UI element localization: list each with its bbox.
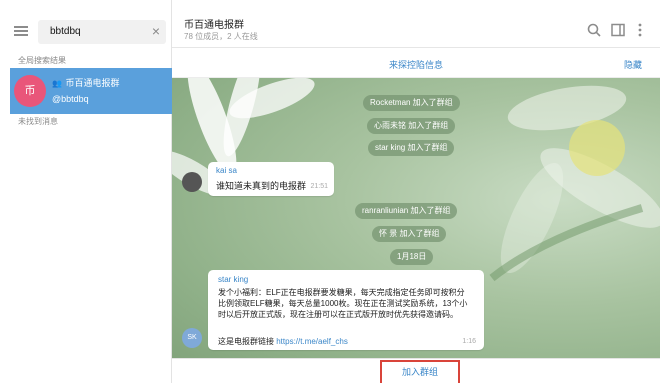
message-bubble[interactable]: star king 发个小福利：ELF正在电报群要发糖果，每天完成指定任务即可按… — [208, 270, 484, 350]
chat-area: Rocketman 加入了群组 心雨未铭 加入了群组 star king 加入了… — [172, 78, 660, 383]
more-options-icon[interactable] — [632, 22, 648, 38]
sidebar-panel-icon[interactable] — [610, 22, 626, 38]
message-time: 1:16 — [462, 338, 476, 345]
hide-pinned-button[interactable]: 隐藏 — [624, 58, 642, 71]
avatar: 币 — [14, 75, 46, 107]
search-icon[interactable] — [586, 22, 602, 38]
search-row: bbtdbq × — [0, 0, 172, 48]
sidebar: bbtdbq × 全局搜索结果 币 👥 币百通电报群 @bbtdbq 未找到消息 — [0, 0, 172, 383]
search-result-item[interactable]: 币 👥 币百通电报群 @bbtdbq — [10, 68, 172, 114]
message-text: 谁知道未真到的电报群 — [216, 181, 307, 191]
message-link-row: 这是电报群链接 https://t.me/aelf_chs — [218, 336, 348, 347]
message-sender[interactable]: star king — [218, 275, 248, 284]
join-group-button[interactable]: 加入群组 — [380, 360, 460, 383]
search-input-value[interactable]: bbtdbq — [50, 26, 81, 37]
hamburger-menu-icon[interactable] — [14, 26, 28, 36]
message-bubble[interactable]: kai sa 谁知道未真到的电报群 21:51 — [208, 162, 334, 196]
result-username: @bbtdbq — [52, 94, 89, 104]
message-text-line: 比例领取ELF糖果，每天总量1000枚。现在正在测试奖励系统，13个小 — [218, 299, 468, 308]
service-message: ranranliunian 加入了群组 — [355, 203, 458, 219]
service-message: 心雨未铭 加入了群组 — [367, 118, 456, 134]
chat-title[interactable]: 币百通电报群 — [184, 16, 244, 31]
service-message: Rocketman 加入了群组 — [363, 95, 460, 111]
join-bar: 加入群组 — [172, 358, 660, 383]
avatar[interactable] — [182, 172, 202, 192]
no-messages-label: 未找到消息 — [18, 117, 58, 126]
link-prefix: 这是电报群链接 — [218, 337, 277, 346]
chat-subtitle: 78 位成员，2 人在线 — [184, 32, 258, 41]
message-time: 21:51 — [310, 183, 328, 190]
pinned-message-bar[interactable]: 来探控陷信息 隐藏 — [172, 48, 660, 78]
result-title-row: 👥 币百通电报群 — [52, 76, 120, 89]
chat-header: 币百通电报群 78 位成员，2 人在线 — [172, 0, 660, 48]
global-results-label: 全局搜索结果 — [18, 56, 66, 65]
search-input[interactable]: bbtdbq × — [38, 20, 166, 44]
group-link[interactable]: https://t.me/aelf_chs — [276, 337, 348, 346]
close-icon[interactable]: × — [152, 23, 160, 39]
result-title: 币百通电报群 — [65, 78, 120, 88]
service-message: star king 加入了群组 — [368, 140, 455, 156]
message-text-line: 发个小福利：ELF正在电报群要发糖果，每天完成指定任务即可按积分 — [218, 288, 465, 297]
message-sender[interactable]: kai sa — [216, 166, 237, 175]
pinned-message-text[interactable]: 来探控陷信息 — [172, 58, 660, 71]
service-message: 怀 景 加入了群组 — [372, 226, 447, 242]
group-icon: 👥 — [52, 79, 62, 88]
date-separator: 1月18日 — [390, 249, 434, 265]
avatar[interactable]: SK — [182, 328, 202, 348]
message-text-line: 时以后开放正式版，现在注册可以在正式版开放时优先获得邀请码。 — [218, 310, 458, 319]
